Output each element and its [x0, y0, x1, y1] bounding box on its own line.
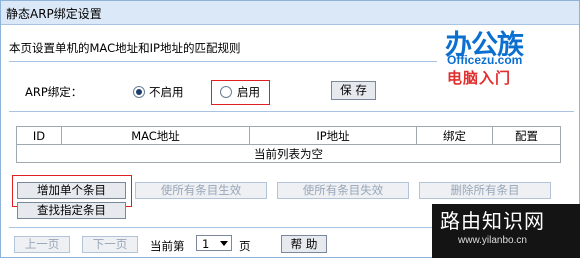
watermark-url: www.yilanbo.cn — [458, 235, 527, 246]
delete-all-button[interactable]: 删除所有条目 — [419, 182, 551, 199]
col-header-config: 配置 — [492, 126, 561, 145]
add-entry-button[interactable]: 增加单个条目 — [17, 182, 126, 199]
chevron-down-icon — [220, 241, 228, 246]
find-entry-button[interactable]: 查找指定条目 — [17, 202, 126, 219]
disable-all-button[interactable]: 使所有条目失效 — [277, 182, 409, 199]
divider-top — [9, 61, 437, 62]
watermark-title: 路由知识网 — [440, 209, 545, 233]
title-bar: 静态ARP绑定设置 — [1, 1, 579, 25]
arp-table: ID MAC地址 IP地址 绑定 配置 当前列表为空 — [16, 126, 561, 163]
next-page-button[interactable]: 下一页 — [82, 236, 138, 253]
page-select[interactable]: 1 — [196, 235, 232, 251]
col-header-id: ID — [16, 126, 62, 145]
logo-site: Officezu.com — [447, 53, 523, 67]
page-suffix-label: 页 — [239, 239, 251, 253]
col-header-mac: MAC地址 — [61, 126, 250, 145]
page-select-value: 1 — [202, 237, 210, 251]
radio-disable-label[interactable]: 不启用 — [149, 84, 184, 100]
prev-page-button[interactable]: 上一页 — [14, 236, 70, 253]
col-header-ip: IP地址 — [249, 126, 417, 145]
enable-all-button[interactable]: 使所有条目生效 — [135, 182, 267, 199]
page-title: 静态ARP绑定设置 — [6, 7, 102, 21]
page-prefix-label: 当前第 — [150, 239, 185, 253]
table-header-row: ID MAC地址 IP地址 绑定 配置 — [16, 126, 561, 145]
divider-bottom — [9, 227, 434, 228]
radio-enable[interactable] — [220, 86, 232, 98]
col-header-bind: 绑定 — [416, 126, 493, 145]
help-button[interactable]: 帮 助 — [281, 235, 327, 253]
table-row: 当前列表为空 — [16, 144, 561, 163]
logo-tagline: 电脑入门 — [447, 69, 512, 87]
radio-enable-label[interactable]: 启用 — [237, 84, 260, 100]
empty-list-message: 当前列表为空 — [16, 144, 561, 163]
divider-middle — [9, 111, 574, 112]
arp-binding-label: ARP绑定： — [25, 85, 83, 99]
page-description: 本页设置单机的MAC地址和IP地址的匹配规则 — [9, 41, 241, 55]
save-button[interactable]: 保 存 — [331, 81, 376, 100]
radio-disable[interactable] — [133, 86, 145, 98]
